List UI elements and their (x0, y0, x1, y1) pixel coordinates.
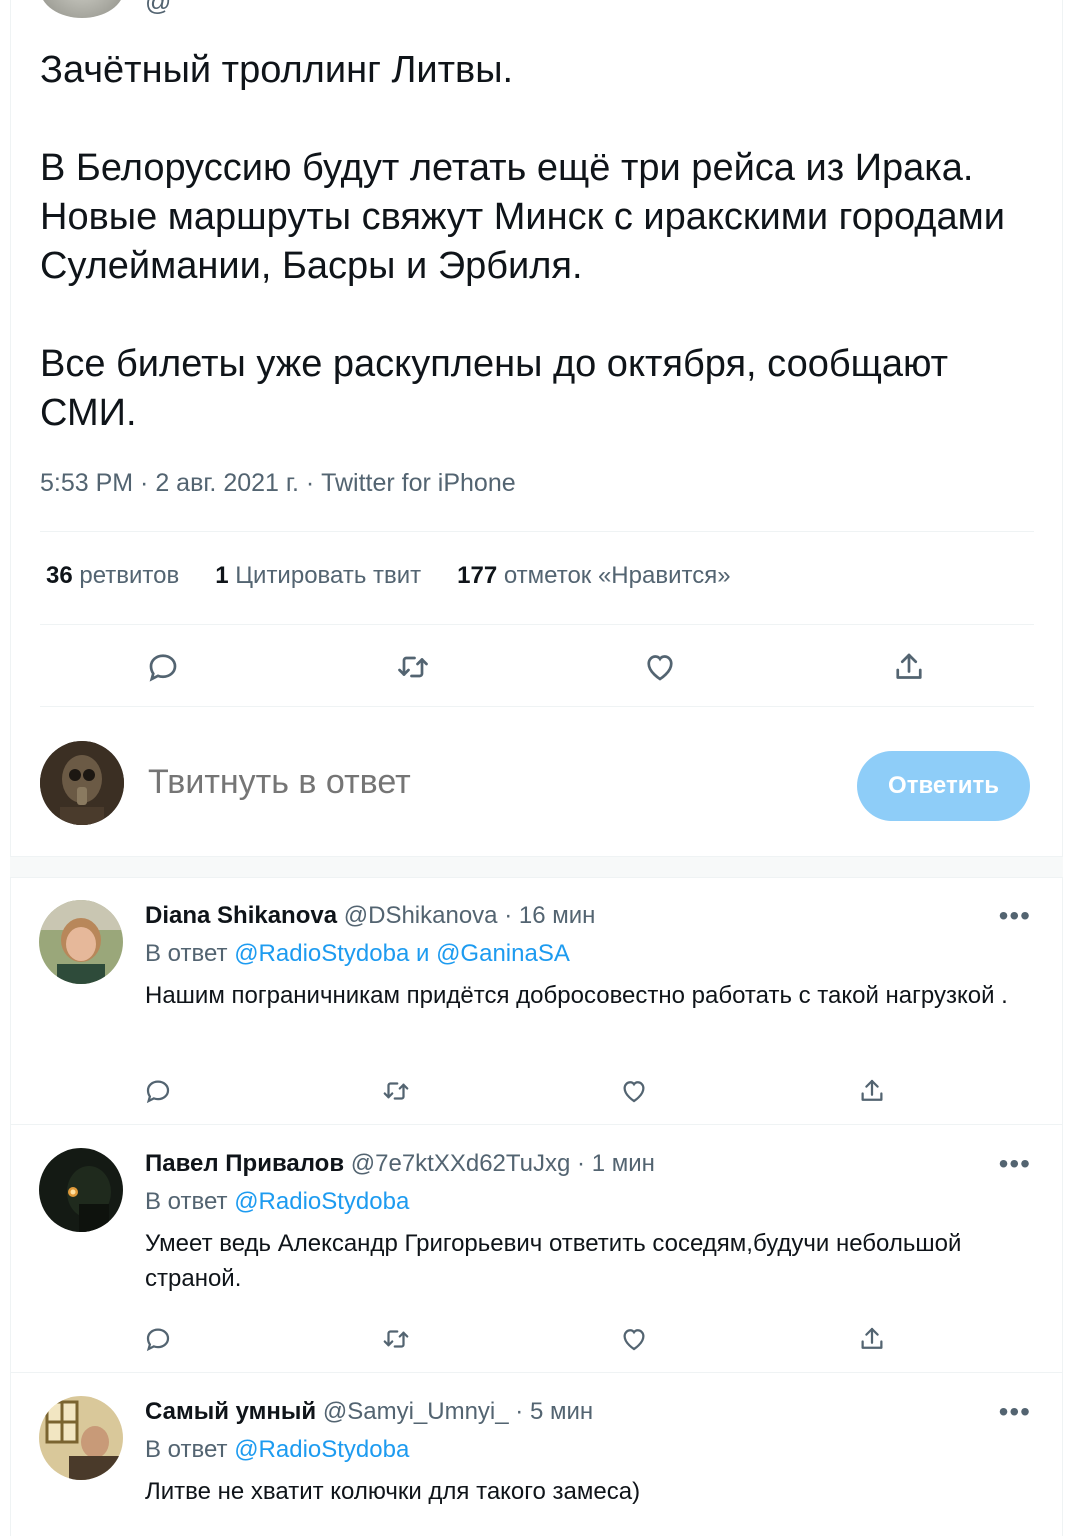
more-icon[interactable]: ••• (999, 1396, 1031, 1428)
author-name[interactable]: Павел Привалов (145, 1150, 344, 1177)
timestamp[interactable]: · 1 мин (577, 1150, 655, 1177)
reply-compose: Ответить (40, 741, 1034, 825)
timestamp[interactable]: · 5 мин (515, 1398, 593, 1425)
author-handle[interactable]: @Samyi_Umnyi_ (323, 1398, 509, 1425)
retweet-icon[interactable] (373, 1526, 419, 1536)
reply-icon[interactable] (135, 1068, 181, 1114)
reply-text: Литве не хватит колючки для такого замес… (145, 1478, 641, 1505)
avatar[interactable] (39, 900, 123, 984)
share-icon[interactable] (849, 1068, 895, 1114)
tweet-paragraph: Зачётный троллинг Литвы. (40, 49, 514, 91)
tweet-stats: 36 ретвитов 1 Цитировать твит 177 отмето… (46, 562, 767, 590)
reply-context: В ответ @RadioStydoba (145, 1188, 410, 1215)
reply-text: Нашим пограничникам придётся добросовест… (145, 982, 1008, 1009)
reply-context: В ответ @RadioStydoba и @GaninaSA (145, 940, 570, 967)
retweet-icon[interactable] (373, 1068, 419, 1114)
tweet-paragraph: Все билеты уже раскуплены до октября, со… (40, 343, 949, 434)
reply-button[interactable]: Ответить (857, 751, 1030, 821)
reply-icon[interactable] (135, 1316, 181, 1362)
reply-tweet[interactable]: Самый умный @Samyi_Umnyi_ · 5 мин ••• В … (10, 1374, 1063, 1536)
tweet-actions (40, 644, 1034, 688)
reply-text: Умеет ведь Александр Григорьевич ответит… (145, 1230, 962, 1292)
reply-actions (145, 1068, 905, 1108)
author-handle[interactable]: @ (145, 0, 171, 17)
like-icon[interactable] (611, 1526, 657, 1536)
divider (10, 1372, 1063, 1373)
retweet-icon[interactable] (390, 644, 436, 690)
reply-tweet[interactable]: Павел Привалов @7e7ktXXd62TuJxg · 1 мин … (10, 1126, 1063, 1373)
divider (40, 531, 1034, 532)
tweet-text: Зачётный троллинг Литвы. В Белоруссию бу… (40, 46, 1040, 438)
reply-header: Павел Привалов @7e7ktXXd62TuJxg · 1 мин (145, 1150, 655, 1178)
author-name[interactable]: Самый умный (145, 1398, 316, 1425)
divider (40, 706, 1034, 707)
reply-header: Diana Shikanova @DShikanova · 16 мин (145, 902, 595, 930)
reply-actions (145, 1316, 905, 1356)
reply-input[interactable] (148, 763, 748, 802)
share-icon[interactable] (849, 1526, 895, 1536)
reply-context: В ответ @RadioStydoba (145, 1436, 410, 1463)
user-avatar[interactable] (40, 741, 124, 825)
like-icon[interactable] (611, 1068, 657, 1114)
timestamp[interactable]: · 16 мин (504, 902, 595, 929)
reply-icon[interactable] (140, 644, 186, 690)
share-icon[interactable] (849, 1316, 895, 1362)
author-handle[interactable]: @7e7ktXXd62TuJxg (351, 1150, 571, 1177)
reply-actions (145, 1526, 905, 1536)
avatar[interactable] (39, 1396, 123, 1480)
more-icon[interactable]: ••• (999, 1148, 1031, 1180)
author-name[interactable]: Diana Shikanova (145, 902, 337, 929)
retweet-icon[interactable] (373, 1316, 419, 1362)
section-divider (10, 856, 1063, 878)
likes-stat[interactable]: 177 отметок «Нравится» (457, 562, 730, 590)
reply-icon[interactable] (145, 1526, 181, 1536)
divider (40, 624, 1034, 625)
tweet-paragraph: В Белоруссию будут летать ещё три рейса … (40, 147, 1005, 287)
mention-link[interactable]: @RadioStydoba и @GaninaSA (234, 940, 570, 967)
reply-header: Самый умный @Samyi_Umnyi_ · 5 мин (145, 1398, 593, 1426)
reply-tweet[interactable]: Diana Shikanova @DShikanova · 16 мин •••… (10, 878, 1063, 1125)
mention-link[interactable]: @RadioStydoba (234, 1188, 409, 1215)
more-icon[interactable]: ••• (999, 900, 1031, 932)
avatar[interactable] (39, 1148, 123, 1232)
retweets-stat[interactable]: 36 ретвитов (46, 562, 179, 590)
mention-link[interactable]: @RadioStydoba (234, 1436, 409, 1463)
like-icon[interactable] (637, 644, 683, 690)
author-handle[interactable]: @DShikanova (344, 902, 498, 929)
like-icon[interactable] (611, 1316, 657, 1362)
quotes-stat[interactable]: 1 Цитировать твит (215, 562, 421, 590)
tweet-meta[interactable]: 5:53 PM · 2 авг. 2021 г. · Twitter for i… (40, 469, 516, 498)
divider (10, 1124, 1063, 1125)
share-icon[interactable] (886, 644, 932, 690)
